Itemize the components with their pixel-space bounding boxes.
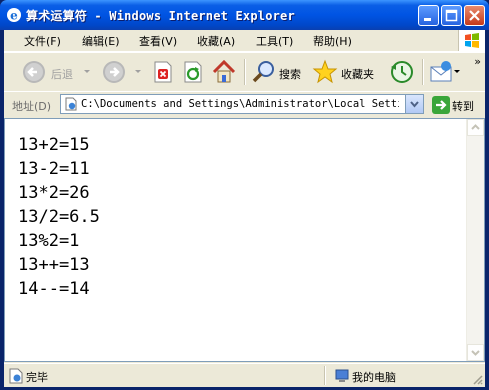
security-zone: 我的电脑	[352, 371, 396, 384]
stop-button[interactable]	[151, 58, 175, 86]
menu-help[interactable]: 帮助(H)	[313, 33, 352, 49]
toolbar-overflow-chevron[interactable]: »	[474, 55, 481, 68]
forward-arrow-icon	[103, 61, 125, 83]
my-computer-icon	[335, 369, 349, 382]
search-button[interactable]: 搜索	[251, 58, 307, 86]
menu-view[interactable]: 查看(V)	[139, 33, 177, 49]
browser-frame: 文件(F) 编辑(E) 查看(V) 收藏(A) 工具(T) 帮助(H) 后退 搜…	[4, 30, 485, 387]
status-bar: 完毕 我的电脑	[4, 363, 485, 387]
windows-logo	[458, 30, 485, 51]
page-content: 13+2=15 13-2=11 13*2=26 13/2=6.5 13%2=1 …	[4, 118, 485, 362]
page-done-icon	[9, 368, 23, 384]
output-lines: 13+2=15 13-2=11 13*2=26 13/2=6.5 13%2=1 …	[18, 133, 100, 301]
mail-dropdown-icon	[454, 70, 460, 73]
chevron-down-icon	[471, 350, 480, 356]
refresh-icon	[184, 61, 202, 83]
page-icon	[65, 97, 77, 111]
windows-flag-icon	[465, 33, 479, 48]
title-bar[interactable]: e 算术运算符 - Windows Internet Explorer	[0, 0, 489, 30]
output-line: 13-2=11	[18, 159, 90, 179]
output-line: 14--=14	[18, 279, 90, 299]
go-label: 转到	[452, 100, 474, 113]
scroll-down-button[interactable]	[467, 344, 484, 361]
address-label: 地址(D)	[12, 100, 52, 113]
home-button[interactable]	[211, 58, 237, 86]
favorites-label: 收藏夹	[341, 68, 374, 81]
standard-toolbar: 后退 搜索 收藏夹 »	[4, 52, 485, 92]
favorites-button[interactable]: 收藏夹	[312, 58, 382, 86]
home-icon	[212, 59, 236, 83]
favorites-star-icon	[312, 59, 338, 84]
back-label: 后退	[51, 68, 73, 81]
menu-bar: 文件(F) 编辑(E) 查看(V) 收藏(A) 工具(T) 帮助(H)	[4, 30, 485, 52]
search-label: 搜索	[279, 68, 301, 81]
minimize-icon	[424, 18, 431, 21]
status-text: 完毕	[26, 371, 48, 384]
menu-tools[interactable]: 工具(T)	[256, 33, 293, 49]
address-dropdown-button[interactable]	[405, 95, 423, 113]
window-title: 算术运算符 - Windows Internet Explorer	[26, 9, 295, 23]
address-input[interactable]: C:\Documents and Settings\Administrator\…	[60, 94, 424, 114]
close-button[interactable]	[464, 5, 485, 26]
chevron-down-icon	[410, 101, 419, 108]
ie-window: e 算术运算符 - Windows Internet Explorer 文件(F…	[0, 0, 489, 390]
back-button[interactable]: 后退	[20, 58, 82, 86]
vertical-scrollbar[interactable]	[466, 119, 484, 361]
output-line: 13%2=1	[18, 231, 80, 251]
mail-icon	[430, 61, 452, 82]
back-arrow-icon	[23, 61, 45, 83]
toolbar-separator	[244, 59, 246, 85]
maximize-button[interactable]	[441, 5, 462, 26]
history-icon	[391, 61, 413, 83]
close-icon	[469, 10, 480, 21]
scroll-up-button[interactable]	[467, 119, 484, 136]
output-line: 13+2=15	[18, 135, 90, 155]
menu-edit[interactable]: 编辑(E)	[82, 33, 120, 49]
svg-text:e: e	[10, 9, 18, 23]
forward-dropdown-icon[interactable]	[135, 70, 142, 74]
status-divider	[324, 366, 326, 385]
refresh-button[interactable]	[181, 58, 205, 86]
menu-file[interactable]: 文件(F)	[24, 33, 61, 49]
address-bar: 地址(D) C:\Documents and Settings\Administ…	[4, 91, 485, 119]
resize-grip-icon[interactable]	[471, 373, 483, 385]
ie-logo-icon: e	[7, 8, 21, 23]
history-button[interactable]	[388, 58, 416, 86]
minimize-button[interactable]	[418, 5, 439, 26]
back-dropdown-icon[interactable]	[84, 70, 91, 74]
mail-button[interactable]	[428, 58, 460, 86]
output-line: 13++=13	[18, 255, 90, 275]
go-arrow-icon	[432, 96, 450, 114]
output-line: 13*2=26	[18, 183, 90, 203]
stop-icon	[154, 61, 172, 83]
search-icon	[252, 61, 274, 83]
toolbar-separator-2	[422, 59, 424, 85]
maximize-icon	[445, 9, 458, 22]
menu-favorites[interactable]: 收藏(A)	[197, 33, 235, 49]
chevron-up-icon	[471, 124, 480, 130]
forward-button[interactable]	[100, 58, 128, 86]
output-line: 13/2=6.5	[18, 207, 100, 227]
address-url: C:\Documents and Settings\Administrator\…	[81, 98, 399, 110]
